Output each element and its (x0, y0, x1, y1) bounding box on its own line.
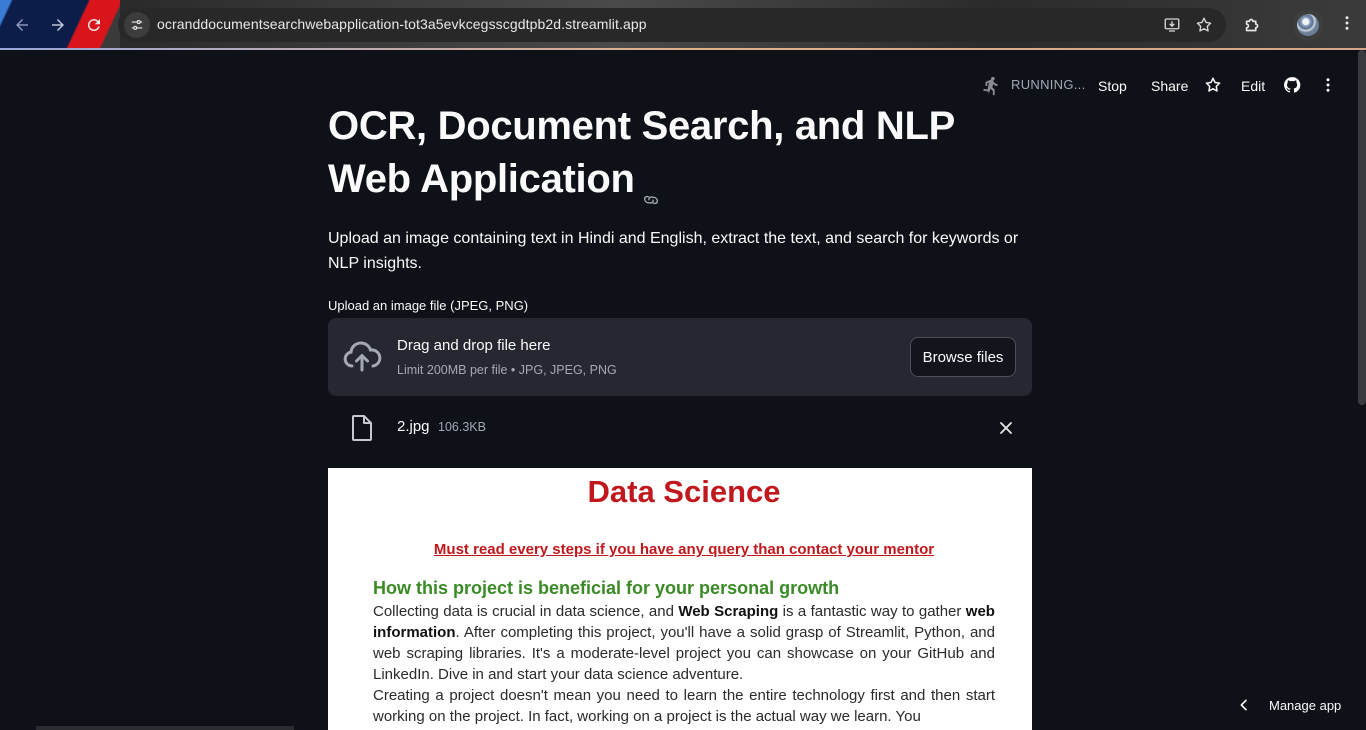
chrome-divider (0, 48, 1366, 50)
site-info-button[interactable] (124, 12, 150, 38)
reload-icon (87, 19, 100, 32)
app-menu-button[interactable] (1319, 76, 1337, 94)
install-app-button[interactable] (1162, 15, 1182, 35)
cloud-upload-icon (342, 340, 382, 374)
close-icon (1000, 422, 1012, 434)
bottom-strip (36, 726, 294, 730)
title-line-2: Web Application (328, 157, 635, 201)
manage-app-button[interactable]: Manage app (1236, 690, 1356, 720)
address-bar[interactable]: ocranddocumentsearchwebapplication-tot3a… (118, 8, 1226, 42)
uploaded-image-preview: Data Science Must read every steps if yo… (328, 468, 1032, 730)
back-button[interactable] (9, 12, 35, 38)
running-man-icon (980, 75, 1002, 97)
more-vertical-icon (1345, 16, 1349, 30)
star-icon (1205, 77, 1221, 92)
uploader-label: Upload an image file (JPEG, PNG) (328, 298, 529, 313)
install-icon (1164, 18, 1180, 32)
preview-bold: Web Scraping (678, 603, 779, 620)
preview-title: Data Science (587, 474, 781, 509)
arrow-right-icon (52, 19, 64, 31)
tune-icon (131, 20, 143, 30)
uploaded-file-row: 2.jpg 106.3KB (328, 408, 1032, 448)
manage-app-label: Manage app (1269, 697, 1342, 713)
file-name: 2.jpg (397, 418, 430, 435)
title-line-1: OCR, Document Search, and NLP (328, 104, 955, 148)
link-icon[interactable] (641, 171, 661, 205)
preview-text: Creating a project doesn't mean you need… (373, 687, 995, 725)
running-status: RUNNING... (1011, 77, 1086, 92)
favorite-button[interactable] (1204, 76, 1222, 94)
puzzle-icon (1245, 18, 1259, 32)
arrow-left-icon (16, 19, 28, 31)
stop-button[interactable]: Stop (1098, 77, 1127, 95)
preview-text: . After completing this project, you'll … (373, 624, 995, 683)
github-button[interactable] (1283, 76, 1301, 94)
star-outline-icon (1196, 17, 1212, 32)
dropzone-limits: Limit 200MB per file • JPG, JPEG, PNG (397, 363, 617, 377)
file-size: 106.3KB (438, 420, 486, 434)
browser-chrome: ocranddocumentsearchwebapplication-tot3a… (0, 0, 1366, 50)
preview-body: Collecting data is crucial in data scien… (373, 601, 995, 727)
extensions-button[interactable] (1242, 14, 1264, 36)
bookmark-button[interactable] (1194, 15, 1214, 35)
share-button[interactable]: Share (1151, 77, 1188, 95)
edit-button[interactable]: Edit (1241, 77, 1265, 95)
chrome-menu-button[interactable] (1336, 14, 1358, 36)
browse-files-button[interactable]: Browse files (910, 337, 1016, 377)
main-content: OCR, Document Search, and NLP Web Applic… (328, 100, 1032, 313)
more-vertical-icon (1326, 78, 1330, 92)
url-text[interactable]: ocranddocumentsearchwebapplication-tot3a… (157, 16, 647, 32)
preview-heading: How this project is beneficial for your … (373, 578, 840, 598)
preview-text: is a fantastic way to gather (778, 603, 966, 620)
preview-warning: Must read every steps if you have any qu… (433, 541, 935, 558)
page-scrollbar[interactable] (1358, 50, 1366, 405)
page-title: OCR, Document Search, and NLP Web Applic… (328, 100, 1032, 206)
reload-button[interactable] (81, 12, 107, 38)
dropzone-title: Drag and drop file here (397, 337, 551, 354)
file-icon (350, 414, 374, 442)
chevron-left-icon (1240, 699, 1247, 711)
preview-text: Collecting data is crucial in data scien… (373, 603, 679, 620)
profile-avatar[interactable] (1292, 9, 1324, 41)
forward-button[interactable] (45, 12, 71, 38)
page-description: Upload an image containing text in Hindi… (328, 230, 1019, 272)
avatar-image (1297, 14, 1319, 36)
github-icon (1284, 77, 1301, 93)
file-dropzone[interactable]: Drag and drop file here Limit 200MB per … (328, 318, 1032, 396)
remove-file-button[interactable] (996, 418, 1016, 438)
